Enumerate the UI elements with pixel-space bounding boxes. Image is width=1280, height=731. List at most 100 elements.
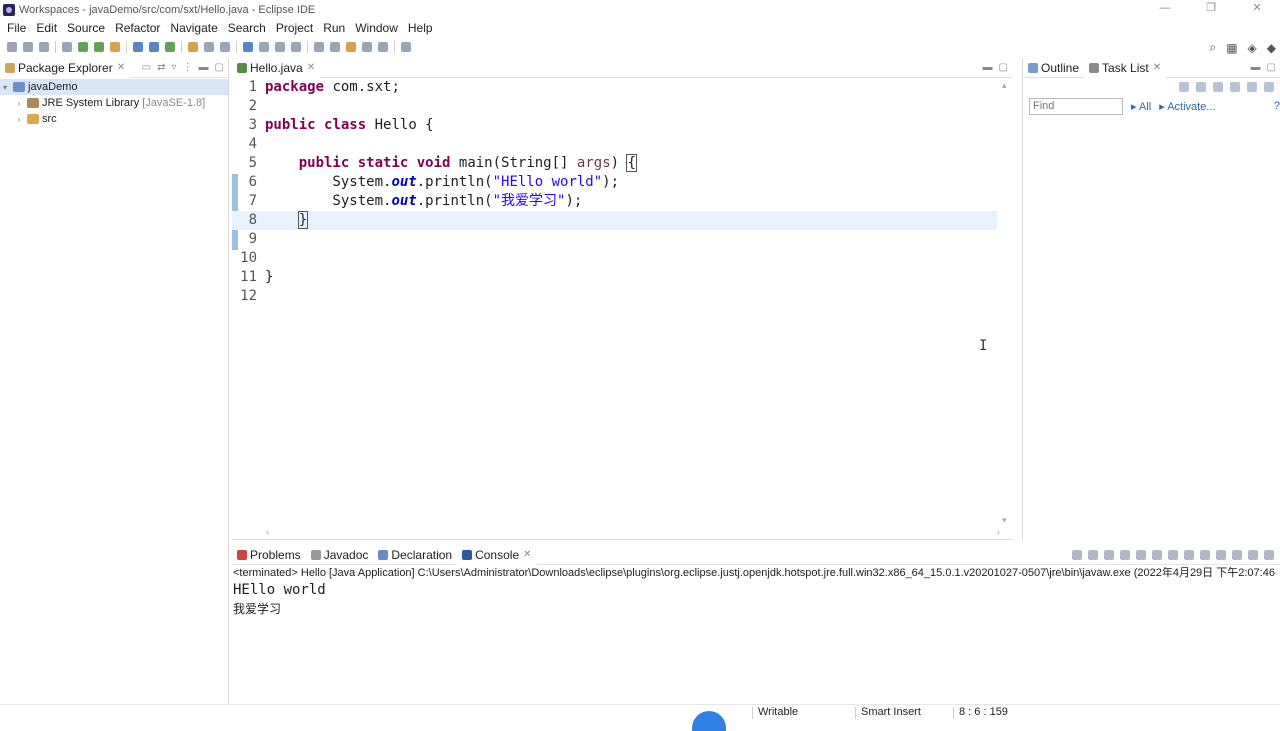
show-whitespace-icon[interactable] <box>291 42 301 52</box>
tree-item-jre[interactable]: › JRE System Library [JavaSE-1.8] <box>0 95 228 111</box>
menu-run[interactable]: Run <box>318 21 350 35</box>
chevron-right-icon[interactable]: › <box>14 99 24 108</box>
console-output-line[interactable]: 我爱学习 <box>232 600 1280 618</box>
tree-item-src[interactable]: › src <box>0 111 228 127</box>
save-all-icon[interactable] <box>39 42 49 52</box>
minimize-view-icon[interactable]: ▬ <box>199 62 209 73</box>
search-icon[interactable]: ⌕ <box>1209 40 1216 55</box>
skip-breakpoints-icon[interactable] <box>62 42 72 52</box>
all-link[interactable]: ▸ All <box>1131 100 1151 113</box>
menu-edit[interactable]: Edit <box>31 21 62 35</box>
maximize-view-icon[interactable]: ▢ <box>215 62 224 73</box>
open-console-icon[interactable] <box>1232 549 1242 560</box>
terminate-icon[interactable] <box>1072 549 1082 560</box>
insert-mode-status[interactable]: Smart Insert <box>861 706 921 718</box>
code-line[interactable]: 2 <box>232 97 997 116</box>
tab-hello-java[interactable]: Hello.java ✕ <box>232 57 321 78</box>
activate-link[interactable]: ▸ Activate... <box>1159 100 1215 113</box>
display-console-icon[interactable] <box>1216 549 1226 560</box>
show-on-error-icon[interactable] <box>1184 549 1194 560</box>
find-input[interactable] <box>1029 97 1123 115</box>
code-line[interactable]: 4 <box>232 135 997 154</box>
code-area[interactable]: 1 package com.sxt; 2 3 public class Hell… <box>232 78 1000 528</box>
external-tools-icon[interactable] <box>110 42 120 52</box>
collapse-all-icon[interactable]: ▭ <box>142 62 151 73</box>
forward-icon[interactable] <box>378 42 388 52</box>
close-button[interactable]: ✕ <box>1234 0 1280 19</box>
sync-icon[interactable] <box>1213 82 1223 92</box>
tab-outline[interactable]: Outline <box>1023 58 1084 78</box>
code-line[interactable]: 10 <box>232 249 997 268</box>
show-on-output-icon[interactable] <box>1168 549 1178 560</box>
word-wrap-icon[interactable] <box>275 42 285 52</box>
scroll-left-icon[interactable]: ‹ <box>266 527 269 538</box>
minimize-view-icon[interactable]: ▬ <box>983 62 993 73</box>
tab-package-explorer[interactable]: Package Explorer ✕ <box>0 57 131 78</box>
next-annotation-icon[interactable] <box>314 42 324 52</box>
open-task-icon[interactable] <box>204 42 214 52</box>
java-perspective-icon[interactable]: ◈ <box>1248 41 1257 55</box>
close-icon[interactable]: ✕ <box>307 62 315 73</box>
horizontal-scrollbar[interactable]: ‹ › <box>232 527 1000 539</box>
code-line[interactable]: 11 } <box>232 268 997 287</box>
help-icon[interactable]: ? <box>1274 100 1280 112</box>
view-menu-icon[interactable] <box>1264 82 1274 92</box>
remove-all-terminated-icon[interactable] <box>1104 549 1114 560</box>
minimize-button[interactable]: — <box>1142 0 1188 19</box>
code-line[interactable]: 9 <box>232 230 997 249</box>
menu-search[interactable]: Search <box>223 21 271 35</box>
code-line[interactable]: 6 System.out.println("HEllo world"); <box>232 173 997 192</box>
menu-navigate[interactable]: Navigate <box>165 21 222 35</box>
maximize-view-icon[interactable] <box>1264 549 1274 560</box>
close-icon[interactable]: ✕ <box>523 549 531 560</box>
menu-file[interactable]: File <box>2 21 31 35</box>
close-icon[interactable]: ✕ <box>1153 62 1161 73</box>
scroll-lock-icon[interactable] <box>1136 549 1146 560</box>
menu-source[interactable]: Source <box>62 21 110 35</box>
minimize-view-icon[interactable] <box>1248 549 1258 560</box>
previous-annotation-icon[interactable] <box>330 42 340 52</box>
word-wrap-icon[interactable] <box>1152 549 1162 560</box>
remove-launch-icon[interactable] <box>1088 549 1098 560</box>
tab-problems[interactable]: Problems <box>232 545 306 565</box>
tab-declaration[interactable]: Declaration <box>373 545 457 565</box>
focus-icon[interactable] <box>1196 82 1206 92</box>
open-perspective-icon[interactable]: ▦ <box>1226 41 1237 55</box>
code-line[interactable]: 3 public class Hello { <box>232 116 997 135</box>
debug-perspective-icon[interactable]: ◆ <box>1267 41 1276 55</box>
code-line[interactable]: 1 package com.sxt; <box>232 78 997 97</box>
maximize-view-icon[interactable]: ▢ <box>999 62 1008 73</box>
filter-icon[interactable]: ▿ <box>172 62 177 73</box>
debug-icon[interactable] <box>78 42 88 52</box>
tree-item-project[interactable]: ▾ javaDemo <box>0 79 228 95</box>
tab-task-list[interactable]: Task List ✕ <box>1084 57 1167 78</box>
code-line[interactable]: 12 <box>232 287 997 306</box>
minimize-view-icon[interactable]: ▬ <box>1251 62 1261 73</box>
menu-window[interactable]: Window <box>350 21 403 35</box>
new-icon[interactable] <box>7 42 17 52</box>
block-selection-icon[interactable] <box>259 42 269 52</box>
tab-javadoc[interactable]: Javadoc <box>306 545 374 565</box>
pin-editor-icon[interactable] <box>401 42 411 52</box>
view-menu-icon[interactable]: ⋮ <box>183 62 193 73</box>
menu-refactor[interactable]: Refactor <box>110 21 165 35</box>
scroll-up-icon[interactable]: ▴ <box>1002 80 1007 91</box>
code-line-current[interactable]: 8 } <box>232 211 997 230</box>
back-icon[interactable] <box>362 42 372 52</box>
link-editor-icon[interactable]: ⇄ <box>157 62 165 73</box>
maximize-view-icon[interactable]: ▢ <box>1267 62 1276 73</box>
tab-console[interactable]: Console ✕ <box>457 544 537 565</box>
code-line[interactable]: 5 public static void main(String[] args)… <box>232 154 997 173</box>
code-line[interactable]: 7 System.out.println("我爱学习"); <box>232 192 997 211</box>
pin-console-icon[interactable] <box>1200 549 1210 560</box>
new-task-icon[interactable] <box>1179 82 1189 92</box>
collapse-all-icon[interactable] <box>1230 82 1240 92</box>
filter-icon[interactable] <box>1247 82 1257 92</box>
search-icon[interactable] <box>220 42 230 52</box>
chevron-right-icon[interactable]: › <box>14 115 24 124</box>
save-icon[interactable] <box>23 42 33 52</box>
console-output-line[interactable]: HEllo world <box>232 581 1280 600</box>
mark-occurrences-icon[interactable] <box>243 42 253 52</box>
maximize-button[interactable]: ❐ <box>1188 0 1234 19</box>
last-edit-location-icon[interactable] <box>346 42 356 52</box>
